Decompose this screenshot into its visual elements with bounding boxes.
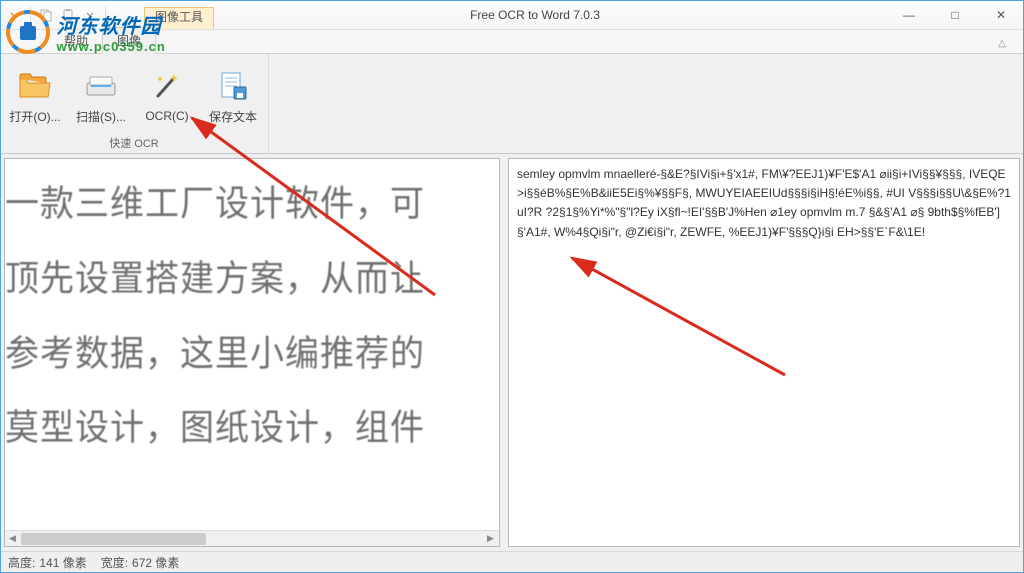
contextual-tab-label[interactable]: 图像工具: [144, 7, 214, 29]
magic-wand-icon: [149, 69, 185, 105]
open-label: 打开(O)...: [9, 108, 60, 125]
scroll-thumb[interactable]: [21, 533, 206, 545]
quick-access-toolbar: [0, 6, 114, 24]
window-controls: — □ ✕: [886, 0, 1024, 30]
ribbon-group-quick-ocr: 打开(O)... 扫描(S)... OCR(C) 保存文本 快: [0, 54, 269, 153]
tab-help[interactable]: 帮助: [50, 28, 102, 53]
open-button[interactable]: 打开(O)...: [6, 58, 64, 134]
close-button[interactable]: ✕: [978, 0, 1024, 30]
save-text-button[interactable]: 保存文本: [204, 58, 262, 134]
ocr-output-text[interactable]: semley opmvlm mnaelleré-§&E?§IVi§i+§'x1#…: [517, 165, 1011, 242]
scan-label: 扫描(S)...: [76, 108, 126, 125]
window-title: Free OCR to Word 7.0.3: [214, 8, 886, 22]
status-width-value: 672 像素: [132, 554, 179, 571]
preview-text-line: 莫型设计，图纸设计，组件: [5, 390, 499, 469]
status-height-label: 高度:: [8, 554, 35, 571]
scanner-icon: [83, 68, 119, 104]
minimize-button[interactable]: —: [886, 0, 932, 30]
ocr-text-pane[interactable]: semley opmvlm mnaelleré-§&E?§IVi§i+§'x1#…: [508, 158, 1020, 547]
save-label: 保存文本: [209, 108, 257, 125]
horizontal-scrollbar[interactable]: ◀ ▶: [5, 530, 499, 546]
tab-image[interactable]: 图像: [102, 27, 156, 54]
qat-more-icon[interactable]: [81, 6, 99, 24]
status-bar: 高度: 141 像素 宽度: 672 像素: [0, 551, 1024, 573]
qat-dropdown-icon[interactable]: [6, 6, 24, 24]
status-width-label: 宽度:: [101, 554, 128, 571]
paste-icon[interactable]: [59, 6, 77, 24]
scan-button[interactable]: 扫描(S)...: [72, 58, 130, 134]
scroll-right-icon[interactable]: ▶: [483, 531, 499, 547]
save-document-icon: [215, 68, 251, 104]
separator: [105, 6, 106, 24]
status-height-value: 141 像素: [39, 554, 86, 571]
scroll-left-icon[interactable]: ◀: [5, 531, 21, 547]
separator: [30, 6, 31, 24]
image-preview-pane[interactable]: 一款三维工厂设计软件，可 顶先设置搭建方案，从而让 参考数据，这里小编推荐的 莫…: [4, 158, 500, 547]
scroll-track[interactable]: [21, 531, 483, 547]
ocr-button[interactable]: OCR(C): [138, 58, 196, 134]
preview-text-line: 顶先设置搭建方案，从而让: [5, 240, 499, 319]
folder-open-icon: [17, 68, 53, 104]
main-split: 一款三维工厂设计软件，可 顶先设置搭建方案，从而让 参考数据，这里小编推荐的 莫…: [0, 154, 1024, 551]
ribbon-group-label: 快速 OCR: [109, 135, 159, 151]
collapse-ribbon-icon[interactable]: △: [990, 38, 1014, 53]
title-bar: 图像工具 Free OCR to Word 7.0.3 — □ ✕: [0, 0, 1024, 30]
preview-text-line: 参考数据，这里小编推荐的: [5, 315, 499, 394]
ocr-label: OCR(C): [145, 109, 188, 123]
copy-icon[interactable]: [37, 6, 55, 24]
maximize-button[interactable]: □: [932, 0, 978, 30]
ribbon-tab-bar: 帮助 图像 △: [0, 30, 1024, 54]
preview-text-line: 一款三维工厂设计软件，可: [5, 165, 499, 244]
ribbon: 打开(O)... 扫描(S)... OCR(C) 保存文本 快: [0, 54, 1024, 154]
